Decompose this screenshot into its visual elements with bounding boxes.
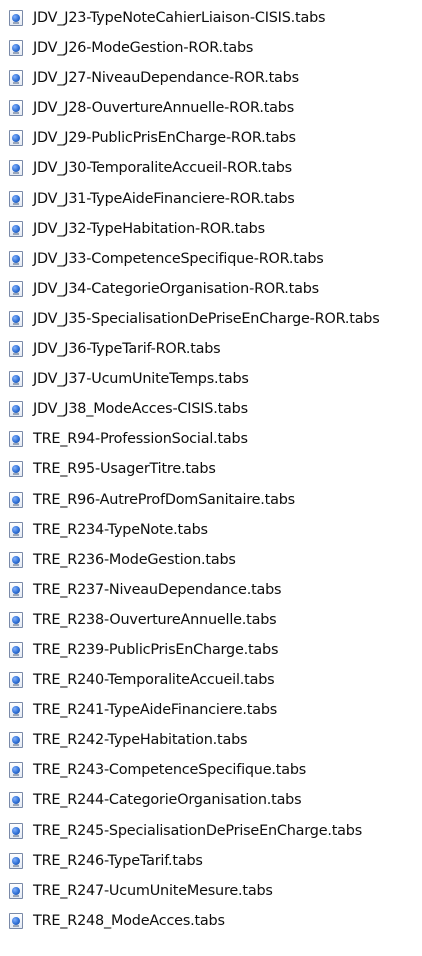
tabs-file-icon [9, 702, 23, 719]
file-name: JDV_J30-TemporaliteAccueil-ROR.tabs [33, 160, 292, 177]
tabs-file-icon [9, 100, 23, 117]
tabs-file-icon [9, 341, 23, 358]
tabs-file-icon [9, 581, 23, 598]
file-name: JDV_J29-PublicPrisEnCharge-ROR.tabs [33, 130, 296, 147]
file-name: TRE_R95-UsagerTitre.tabs [33, 461, 216, 478]
tabs-file-icon [9, 70, 23, 87]
file-list: JDV_J23-TypeNoteCahierLiaison-CISIS.tabs… [0, 3, 420, 956]
tabs-file-icon [9, 431, 23, 448]
tabs-file-icon [9, 852, 23, 869]
tabs-file-icon [9, 401, 23, 418]
tabs-file-icon [9, 792, 23, 809]
tabs-file-icon [9, 310, 23, 327]
file-row[interactable]: JDV_J33-CompetenceSpecifique-ROR.tabs [0, 244, 420, 274]
file-row[interactable]: JDV_J31-TypeAideFinanciere-ROR.tabs [0, 184, 420, 214]
file-name: JDV_J37-UcumUniteTemps.tabs [33, 371, 249, 388]
file-row[interactable]: TRE_R96-AutreProfDomSanitaire.tabs [0, 485, 420, 515]
tabs-file-icon [9, 250, 23, 267]
file-name: JDV_J32-TypeHabitation-ROR.tabs [33, 220, 265, 237]
file-row[interactable]: JDV_J35-SpecialisationDePriseEnCharge-RO… [0, 304, 420, 334]
file-name: TRE_R238-OuvertureAnnuelle.tabs [33, 611, 277, 628]
tabs-file-icon [9, 40, 23, 57]
file-row[interactable]: TRE_R236-ModeGestion.tabs [0, 545, 420, 575]
file-row[interactable]: JDV_J30-TemporaliteAccueil-ROR.tabs [0, 153, 420, 183]
tabs-file-icon [9, 461, 23, 478]
file-row[interactable]: JDV_J28-OuvertureAnnuelle-ROR.tabs [0, 93, 420, 123]
file-name: TRE_R94-ProfessionSocial.tabs [33, 431, 248, 448]
tabs-file-icon [9, 521, 23, 538]
tabs-file-icon [9, 551, 23, 568]
file-row[interactable]: TRE_R238-OuvertureAnnuelle.tabs [0, 605, 420, 635]
file-name: JDV_J38_ModeAcces-CISIS.tabs [33, 401, 248, 418]
file-name: JDV_J27-NiveauDependance-ROR.tabs [33, 70, 299, 87]
file-row[interactable]: JDV_J27-NiveauDependance-ROR.tabs [0, 63, 420, 93]
file-row[interactable]: TRE_R94-ProfessionSocial.tabs [0, 424, 420, 454]
file-row[interactable]: TRE_R237-NiveauDependance.tabs [0, 575, 420, 605]
file-row[interactable]: TRE_R240-TemporaliteAccueil.tabs [0, 665, 420, 695]
file-row[interactable]: TRE_R243-CompetenceSpecifique.tabs [0, 755, 420, 785]
file-row[interactable]: TRE_R247-UcumUniteMesure.tabs [0, 876, 420, 906]
file-row[interactable]: TRE_R246-TypeTarif.tabs [0, 846, 420, 876]
file-row[interactable]: TRE_R239-PublicPrisEnCharge.tabs [0, 635, 420, 665]
tabs-file-icon [9, 280, 23, 297]
file-name: JDV_J35-SpecialisationDePriseEnCharge-RO… [33, 310, 380, 327]
tabs-file-icon [9, 641, 23, 658]
file-name: JDV_J31-TypeAideFinanciere-ROR.tabs [33, 190, 295, 207]
file-row[interactable]: TRE_R241-TypeAideFinanciere.tabs [0, 695, 420, 725]
file-name: TRE_R237-NiveauDependance.tabs [33, 581, 282, 598]
tabs-file-icon [9, 611, 23, 628]
file-name: TRE_R96-AutreProfDomSanitaire.tabs [33, 491, 295, 508]
file-name: TRE_R245-SpecialisationDePriseEnCharge.t… [33, 822, 363, 839]
file-name: TRE_R236-ModeGestion.tabs [33, 551, 236, 568]
file-name: JDV_J36-TypeTarif-ROR.tabs [33, 341, 221, 358]
file-row[interactable]: TRE_R245-SpecialisationDePriseEnCharge.t… [0, 816, 420, 846]
file-name: TRE_R240-TemporaliteAccueil.tabs [33, 672, 275, 689]
tabs-file-icon [9, 491, 23, 508]
file-row[interactable]: JDV_J23-TypeNoteCahierLiaison-CISIS.tabs [0, 3, 420, 33]
file-row[interactable]: JDV_J36-TypeTarif-ROR.tabs [0, 334, 420, 364]
tabs-file-icon [9, 190, 23, 207]
tabs-file-icon [9, 371, 23, 388]
file-name: JDV_J26-ModeGestion-ROR.tabs [33, 40, 254, 57]
file-name: JDV_J23-TypeNoteCahierLiaison-CISIS.tabs [33, 10, 326, 26]
tabs-file-icon [9, 912, 23, 929]
tabs-file-icon [9, 10, 23, 26]
file-name: TRE_R244-CategorieOrganisation.tabs [33, 792, 302, 809]
file-row[interactable]: JDV_J37-UcumUniteTemps.tabs [0, 364, 420, 394]
file-name: TRE_R246-TypeTarif.tabs [33, 852, 203, 869]
file-row[interactable]: TRE_R248_ModeAcces.tabs [0, 906, 420, 936]
file-name: TRE_R239-PublicPrisEnCharge.tabs [33, 641, 279, 658]
tabs-file-icon [9, 130, 23, 147]
tabs-file-icon [9, 160, 23, 177]
file-row[interactable]: JDV_J26-ModeGestion-ROR.tabs [0, 33, 420, 63]
tabs-file-icon [9, 732, 23, 749]
tabs-file-icon [9, 822, 23, 839]
file-name: JDV_J33-CompetenceSpecifique-ROR.tabs [33, 250, 324, 267]
file-name: TRE_R243-CompetenceSpecifique.tabs [33, 762, 307, 779]
file-name: TRE_R248_ModeAcces.tabs [33, 912, 225, 929]
file-row[interactable]: JDV_J38_ModeAcces-CISIS.tabs [0, 394, 420, 424]
file-name: JDV_J28-OuvertureAnnuelle-ROR.tabs [33, 100, 294, 117]
file-name: TRE_R242-TypeHabitation.tabs [33, 732, 248, 749]
file-name: JDV_J34-CategorieOrganisation-ROR.tabs [33, 280, 319, 297]
file-row[interactable]: TRE_R95-UsagerTitre.tabs [0, 454, 420, 484]
file-row[interactable]: JDV_J32-TypeHabitation-ROR.tabs [0, 214, 420, 244]
file-row[interactable]: TRE_R242-TypeHabitation.tabs [0, 725, 420, 755]
tabs-file-icon [9, 882, 23, 899]
tabs-file-icon [9, 672, 23, 689]
file-row[interactable]: TRE_R244-CategorieOrganisation.tabs [0, 785, 420, 815]
file-row[interactable]: JDV_J29-PublicPrisEnCharge-ROR.tabs [0, 123, 420, 153]
file-row[interactable]: JDV_J34-CategorieOrganisation-ROR.tabs [0, 274, 420, 304]
file-name: TRE_R247-UcumUniteMesure.tabs [33, 882, 273, 899]
file-name: TRE_R241-TypeAideFinanciere.tabs [33, 702, 278, 719]
tabs-file-icon [9, 220, 23, 237]
file-name: TRE_R234-TypeNote.tabs [33, 521, 208, 538]
tabs-file-icon [9, 762, 23, 779]
file-row[interactable]: TRE_R234-TypeNote.tabs [0, 515, 420, 545]
